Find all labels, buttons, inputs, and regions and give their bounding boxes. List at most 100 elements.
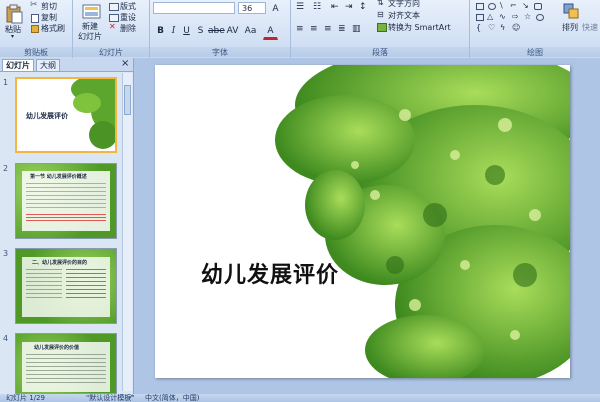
slide-thumbnail-2[interactable]: 第一节 幼儿发展评价概述 bbox=[15, 163, 117, 239]
slides-panel: 幻灯片 大纲 × 1 幼儿发展评价 2 第一节 幼儿发展评价概述 3 二、幼儿发… bbox=[0, 58, 134, 394]
close-icon[interactable]: × bbox=[121, 58, 129, 69]
slide-thumbnail-4[interactable]: 幼儿发展评价的价值 bbox=[15, 333, 117, 394]
thumb-text-lines bbox=[26, 269, 62, 299]
grow-font-icon[interactable]: A bbox=[268, 2, 283, 16]
copy-button[interactable]: 复制 bbox=[30, 12, 70, 23]
delete-icon: ✕ bbox=[109, 22, 116, 31]
format-painter-button[interactable]: 格式刷 bbox=[30, 23, 72, 34]
new-slide-button[interactable]: 新建 幻灯片 bbox=[77, 2, 107, 44]
thumb-number: 3 bbox=[3, 249, 9, 258]
text-direction-button[interactable]: ⇅ 文字方向 bbox=[377, 0, 465, 9]
cut-button[interactable]: ✂ 剪切 bbox=[30, 0, 70, 12]
group-label-clipboard: 剪贴板 bbox=[0, 47, 72, 57]
triangle-shape-icon: △ bbox=[487, 12, 494, 21]
tab-slides[interactable]: 幻灯片 bbox=[2, 59, 34, 71]
char-spacing-button[interactable]: AV bbox=[225, 24, 240, 38]
copy-icon bbox=[31, 14, 39, 23]
new-slide-label-2: 幻灯片 bbox=[78, 32, 102, 41]
delete-label: 删除 bbox=[120, 24, 136, 33]
font-family-combo[interactable] bbox=[153, 2, 235, 14]
group-label-slides: 幻灯片 bbox=[73, 47, 149, 57]
oval-shape-icon bbox=[488, 3, 496, 10]
shapes-gallery[interactable]: \ ⌐ ↘ △ ∿ ⇨ ☆ { ♡ ϟ ☺ bbox=[474, 1, 556, 37]
tab-outline[interactable]: 大纲 bbox=[36, 59, 60, 71]
numbering-icon[interactable]: ☷ bbox=[313, 2, 321, 12]
slide-editor: 幼儿发展评价 bbox=[134, 58, 600, 394]
bullets-icon[interactable]: ☰ bbox=[296, 2, 304, 12]
justify-icon[interactable]: ≣ bbox=[338, 24, 346, 34]
brace-shape-icon: { bbox=[476, 23, 482, 32]
panel-scrollbar[interactable] bbox=[122, 73, 132, 391]
decrease-indent-icon[interactable]: ⇤ bbox=[331, 2, 339, 12]
align-text-button[interactable]: ⊟ 对齐文本 bbox=[377, 10, 465, 21]
underline-button[interactable]: U bbox=[179, 24, 194, 38]
panel-tabs: 幻灯片 大纲 × bbox=[0, 58, 133, 72]
layout-button[interactable]: 版式 bbox=[109, 1, 147, 12]
delete-button[interactable]: ✕ 删除 bbox=[109, 22, 147, 34]
fern-image bbox=[275, 65, 570, 378]
heart-shape-icon: ♡ bbox=[488, 23, 496, 32]
reset-icon bbox=[109, 14, 119, 22]
text-direction-icon: ⇅ bbox=[377, 0, 384, 7]
thumb-number: 1 bbox=[3, 78, 9, 87]
font-size-combo[interactable]: 36 bbox=[238, 2, 266, 14]
group-label-paragraph: 段落 bbox=[291, 47, 469, 57]
align-left-icon[interactable]: ≡ bbox=[296, 24, 304, 34]
thumb-title: 幼儿发展评价的价值 bbox=[34, 345, 80, 351]
thumb-red-lines bbox=[26, 214, 106, 221]
group-paragraph: ☰ ☷ ⇤ ⇥ ↕ ≡ ≡ ≡ ≣ ▥ ⇅ 文字方向 ⊟ 对齐文本 转换为 Sm… bbox=[291, 0, 470, 58]
align-right-icon[interactable]: ≡ bbox=[324, 24, 332, 34]
change-case-button[interactable]: Aa bbox=[243, 24, 258, 38]
arrange-button[interactable]: 排列 bbox=[560, 2, 582, 44]
right-arrow-shape-icon: ⇨ bbox=[512, 12, 519, 21]
new-slide-icon bbox=[82, 4, 101, 19]
group-drawing: \ ⌐ ↘ △ ∿ ⇨ ☆ { ♡ ϟ ☺ 排列 快速 绘图 bbox=[470, 0, 600, 58]
smile-shape-icon: ☺ bbox=[512, 23, 521, 32]
paste-icon bbox=[6, 4, 23, 24]
reset-label: 重设 bbox=[120, 13, 136, 22]
curve-shape-icon: ∿ bbox=[499, 12, 506, 21]
cut-label: 剪切 bbox=[41, 2, 57, 11]
chevron-down-icon: ▾ bbox=[11, 33, 15, 40]
shadow-button[interactable]: S bbox=[193, 24, 208, 38]
spellcheck-icon[interactable]: ✓ bbox=[128, 393, 134, 401]
rectangle-2-shape-icon bbox=[476, 14, 484, 21]
align-center-icon[interactable]: ≡ bbox=[310, 24, 318, 34]
line-shape-icon: \ bbox=[500, 1, 503, 10]
layout-icon bbox=[109, 3, 119, 11]
thumb-title: 二、幼儿发展评价的目的 bbox=[32, 260, 88, 266]
lightning-shape-icon: ϟ bbox=[500, 23, 506, 32]
group-clipboard: 粘贴 ▾ ✂ 剪切 复制 格式刷 剪贴板 bbox=[0, 0, 73, 58]
slide-counter: 幻灯片 1/29 bbox=[6, 394, 45, 402]
thumb-number: 2 bbox=[3, 164, 9, 173]
smartart-icon bbox=[377, 23, 387, 32]
slide-thumbnail-1[interactable]: 幼儿发展评价 bbox=[15, 77, 117, 153]
thumb-text-lines bbox=[26, 354, 106, 384]
quick-styles-label: 快速 bbox=[582, 23, 598, 32]
group-label-drawing: 绘图 bbox=[470, 47, 600, 57]
paste-button[interactable]: 粘贴 ▾ bbox=[3, 2, 25, 42]
group-font: 36 A B I U S abe AV Aa A 字体 bbox=[150, 0, 291, 58]
thumb-title: 幼儿发展评价 bbox=[26, 112, 68, 120]
slide-title[interactable]: 幼儿发展评价 bbox=[201, 257, 339, 289]
main-slide[interactable]: 幼儿发展评价 bbox=[155, 65, 570, 378]
line-spacing-icon[interactable]: ↕ bbox=[359, 2, 367, 12]
align-text-label: 对齐文本 bbox=[388, 11, 420, 20]
rounded-rect-shape-icon bbox=[534, 3, 542, 10]
group-slides: 新建 幻灯片 版式 重设 ✕ 删除 幻灯片 bbox=[73, 0, 150, 58]
slide-thumbnail-3[interactable]: 二、幼儿发展评价的目的 bbox=[15, 248, 117, 324]
thumb-red-lines bbox=[66, 269, 106, 299]
quick-styles-button[interactable]: 快速 bbox=[582, 2, 600, 44]
arrow-shape-icon: ↘ bbox=[522, 1, 529, 10]
thumb-title: 第一节 幼儿发展评价概述 bbox=[30, 174, 87, 180]
elbow-shape-icon: ⌐ bbox=[510, 1, 517, 10]
language-indicator[interactable]: 中文(简体，中国) bbox=[145, 394, 199, 402]
scroll-thumb[interactable] bbox=[124, 85, 131, 115]
rectangle-shape-icon bbox=[476, 3, 484, 10]
font-color-button[interactable]: A bbox=[263, 24, 278, 40]
smartart-button[interactable]: 转换为 SmartArt bbox=[377, 22, 469, 33]
align-text-icon: ⊟ bbox=[377, 10, 384, 19]
columns-icon[interactable]: ▥ bbox=[352, 24, 361, 34]
increase-indent-icon[interactable]: ⇥ bbox=[345, 2, 353, 12]
strikethrough-button[interactable]: abe bbox=[207, 24, 225, 38]
